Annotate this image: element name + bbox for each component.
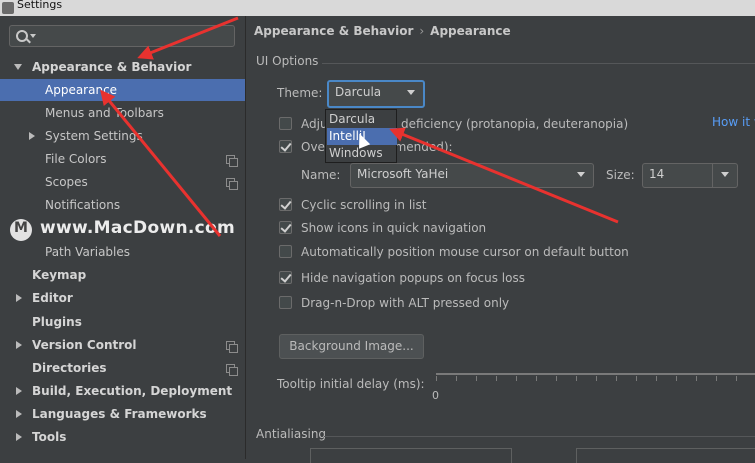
collapsed-arrow-icon[interactable] [16, 410, 22, 418]
tooltip-delay-label: Tooltip initial delay (ms): [277, 377, 425, 391]
collapsed-arrow-icon[interactable] [16, 387, 22, 395]
sidebar-item-keymap[interactable]: Keymap [0, 264, 245, 286]
watermark-logo-icon: M [10, 219, 32, 241]
antialiasing-ide-select[interactable] [310, 448, 512, 463]
settings-content: Appearance & Behavior › Appearance UI Opti… [246, 16, 755, 463]
slider-tick [716, 376, 717, 381]
theme-option-darcula[interactable]: Darcula [327, 111, 397, 128]
watermark-text: www.MacDown.com [40, 218, 235, 238]
search-options-caret-icon[interactable] [30, 34, 36, 38]
app-icon [2, 2, 14, 14]
sidebar-item-system-settings[interactable]: System Settings [0, 125, 245, 147]
slider-tick [696, 376, 697, 381]
project-level-icon [226, 178, 238, 190]
ui-options-group-title: UI Options [256, 54, 319, 68]
font-name-value: Microsoft YaHei [357, 167, 449, 181]
slider-tick [596, 376, 597, 381]
collapsed-arrow-icon[interactable] [16, 341, 22, 349]
sidebar-item-file-colors[interactable]: File Colors [0, 148, 245, 170]
slider-tick [576, 376, 577, 381]
title-bar: Settings [0, 0, 755, 16]
search-input[interactable] [9, 25, 235, 47]
slider-tick [676, 376, 677, 381]
slider-tick [496, 376, 497, 381]
slider-tick [636, 376, 637, 381]
breadcrumb-separator-icon: › [419, 24, 425, 38]
group-divider [322, 63, 755, 64]
font-size-select[interactable]: 14 [642, 163, 738, 188]
sidebar-item-scopes[interactable]: Scopes [0, 171, 245, 193]
project-level-icon [226, 341, 238, 353]
override-fonts-checkbox[interactable] [279, 140, 292, 153]
auto-position-cursor-checkbox[interactable] [279, 245, 292, 258]
sidebar-item-notifications[interactable]: Notifications [0, 194, 245, 216]
slider-tick [656, 376, 657, 381]
collapsed-arrow-icon[interactable] [29, 132, 35, 140]
sidebar-item-build-execution-deployment[interactable]: Build, Execution, Deployment [0, 380, 245, 402]
sidebar-item-version-control[interactable]: Version Control [0, 334, 245, 356]
slider-tick [616, 376, 617, 381]
collapsed-arrow-icon[interactable] [16, 294, 22, 302]
antialiasing-group-title: Antialiasing [256, 427, 327, 441]
font-name-label: Name: [301, 168, 341, 182]
chevron-down-icon [407, 90, 415, 95]
drag-n-drop-checkbox[interactable] [279, 296, 292, 309]
window-title: Settings [17, 0, 63, 11]
cyclic-scrolling-checkbox[interactable] [279, 198, 292, 211]
hide-navigation-popups-checkbox[interactable] [279, 271, 292, 284]
slider-tick [516, 376, 517, 381]
font-size-label: Size: [606, 168, 635, 182]
combo-divider [712, 164, 713, 187]
background-image-button[interactable]: Background Image... [279, 334, 424, 359]
project-level-icon [226, 155, 238, 167]
chevron-down-icon [577, 172, 585, 177]
theme-select[interactable]: Darcula [327, 80, 425, 108]
show-icons-checkbox[interactable] [279, 221, 292, 234]
slider-tick [436, 376, 437, 381]
slider-tick [536, 376, 537, 381]
theme-select-value: Darcula [335, 85, 382, 99]
slider-min-label: 0 [432, 389, 439, 402]
theme-label: Theme: [277, 86, 323, 100]
sidebar-item-appearance[interactable]: Appearance [0, 79, 245, 101]
sidebar-item-languages-frameworks[interactable]: Languages & Frameworks [0, 403, 245, 425]
slider-tick [476, 376, 477, 381]
project-level-icon [226, 364, 238, 376]
font-size-value: 14 [649, 167, 665, 181]
antialiasing-editor-select[interactable] [576, 448, 755, 463]
slider-tick [456, 376, 457, 381]
adjust-colors-checkbox[interactable] [279, 117, 292, 130]
sidebar-item-path-variables[interactable]: Path Variables [0, 241, 245, 263]
expanded-arrow-icon[interactable] [14, 64, 22, 70]
slider-tick [736, 376, 737, 381]
sidebar-item-appearance-behavior[interactable]: Appearance & Behavior [0, 56, 245, 78]
sidebar-item-editor[interactable]: Editor [0, 287, 245, 309]
font-name-select[interactable]: Microsoft YaHei [350, 163, 594, 188]
tooltip-delay-slider[interactable] [436, 373, 755, 375]
collapsed-arrow-icon[interactable] [16, 433, 22, 441]
breadcrumb-parent: Appearance & Behavior [254, 24, 414, 38]
breadcrumb: Appearance & Behavior › Appearance [254, 24, 511, 38]
sidebar-item-plugins[interactable]: Plugins [0, 311, 245, 333]
search-icon [16, 30, 28, 42]
how-it-works-link[interactable]: How it w [712, 115, 755, 129]
chevron-down-icon [721, 172, 729, 177]
sidebar-item-directories[interactable]: Directories [0, 357, 245, 379]
sidebar-item-tools[interactable]: Tools [0, 426, 245, 448]
group-divider [324, 436, 755, 437]
breadcrumb-current: Appearance [430, 24, 511, 38]
sidebar-item-menus-toolbars[interactable]: Menus and Toolbars [0, 102, 245, 124]
slider-tick [556, 376, 557, 381]
